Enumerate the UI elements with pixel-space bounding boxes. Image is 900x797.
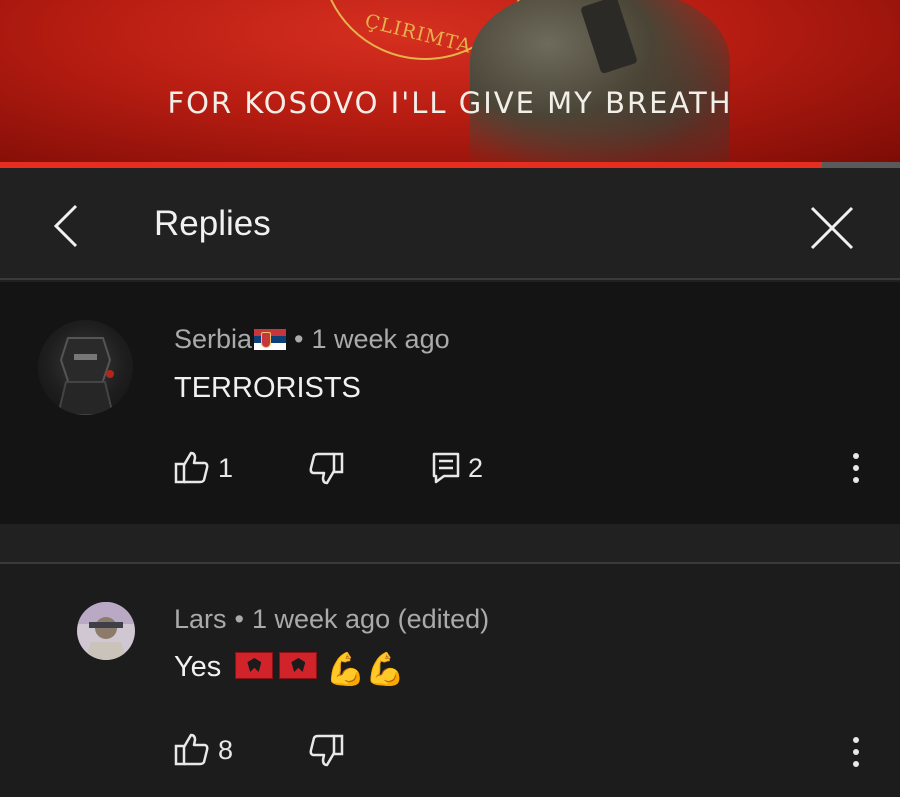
thumbs-down-icon <box>308 450 344 486</box>
page-title: Replies <box>154 204 271 243</box>
comment-text-content: Yes <box>174 651 222 683</box>
dislike-button[interactable] <box>308 730 344 770</box>
video-player[interactable]: ÇLIRIMTA FOR KOSOVO I'LL GIVE MY BREATH <box>0 0 900 162</box>
dislike-button[interactable] <box>308 448 344 488</box>
video-caption: FOR KOSOVO I'LL GIVE MY BREATH <box>167 86 733 120</box>
comment-author[interactable]: Lars <box>174 604 227 634</box>
comment-text: TERRORISTS <box>174 372 361 404</box>
thumbs-up-icon <box>174 732 210 768</box>
comment-meta: Serbia • 1 week ago <box>174 324 450 355</box>
flexed-biceps-emoji: 💪 <box>325 651 366 687</box>
like-count: 1 <box>218 452 234 483</box>
meta-separator: • <box>234 604 244 634</box>
comment-item: Serbia • 1 week ago TERRORISTS 1 2 <box>0 282 900 524</box>
serbia-flag-icon <box>254 329 287 350</box>
more-options-icon[interactable] <box>849 448 863 488</box>
comment-actions: 1 2 <box>174 448 874 488</box>
like-button[interactable]: 1 <box>174 448 233 488</box>
thumbs-down-icon <box>308 732 344 768</box>
comment-meta: Lars • 1 week ago (edited) <box>174 604 489 635</box>
reply-item: Lars • 1 week ago (edited) Yes 💪💪 8 <box>0 564 900 797</box>
meta-separator: • <box>294 324 304 354</box>
albania-flag-icon <box>279 652 318 679</box>
comment-time[interactable]: 1 week ago <box>312 324 450 354</box>
flexed-biceps-emoji: 💪 <box>365 651 406 687</box>
reply-button[interactable]: 2 <box>432 448 483 488</box>
albania-flag-icon <box>235 652 274 679</box>
avatar[interactable] <box>38 320 133 415</box>
comment-icon <box>432 452 460 484</box>
replies-header: Replies <box>0 168 900 280</box>
chevron-left-icon[interactable] <box>46 202 86 250</box>
comment-author[interactable]: Serbia <box>174 324 252 354</box>
divider <box>0 524 900 564</box>
reply-count: 2 <box>468 452 484 483</box>
close-icon[interactable] <box>808 204 856 252</box>
comment-time[interactable]: 1 week ago (edited) <box>252 604 489 634</box>
comment-actions: 8 <box>174 730 574 770</box>
comment-text: Yes 💪💪 <box>174 650 405 688</box>
more-options-icon[interactable] <box>849 732 863 772</box>
avatar[interactable] <box>77 602 135 660</box>
like-button[interactable]: 8 <box>174 730 233 770</box>
thumbs-up-icon <box>174 450 210 486</box>
like-count: 8 <box>218 734 234 765</box>
youtube-replies-screen: ÇLIRIMTA FOR KOSOVO I'LL GIVE MY BREATH … <box>0 0 900 797</box>
